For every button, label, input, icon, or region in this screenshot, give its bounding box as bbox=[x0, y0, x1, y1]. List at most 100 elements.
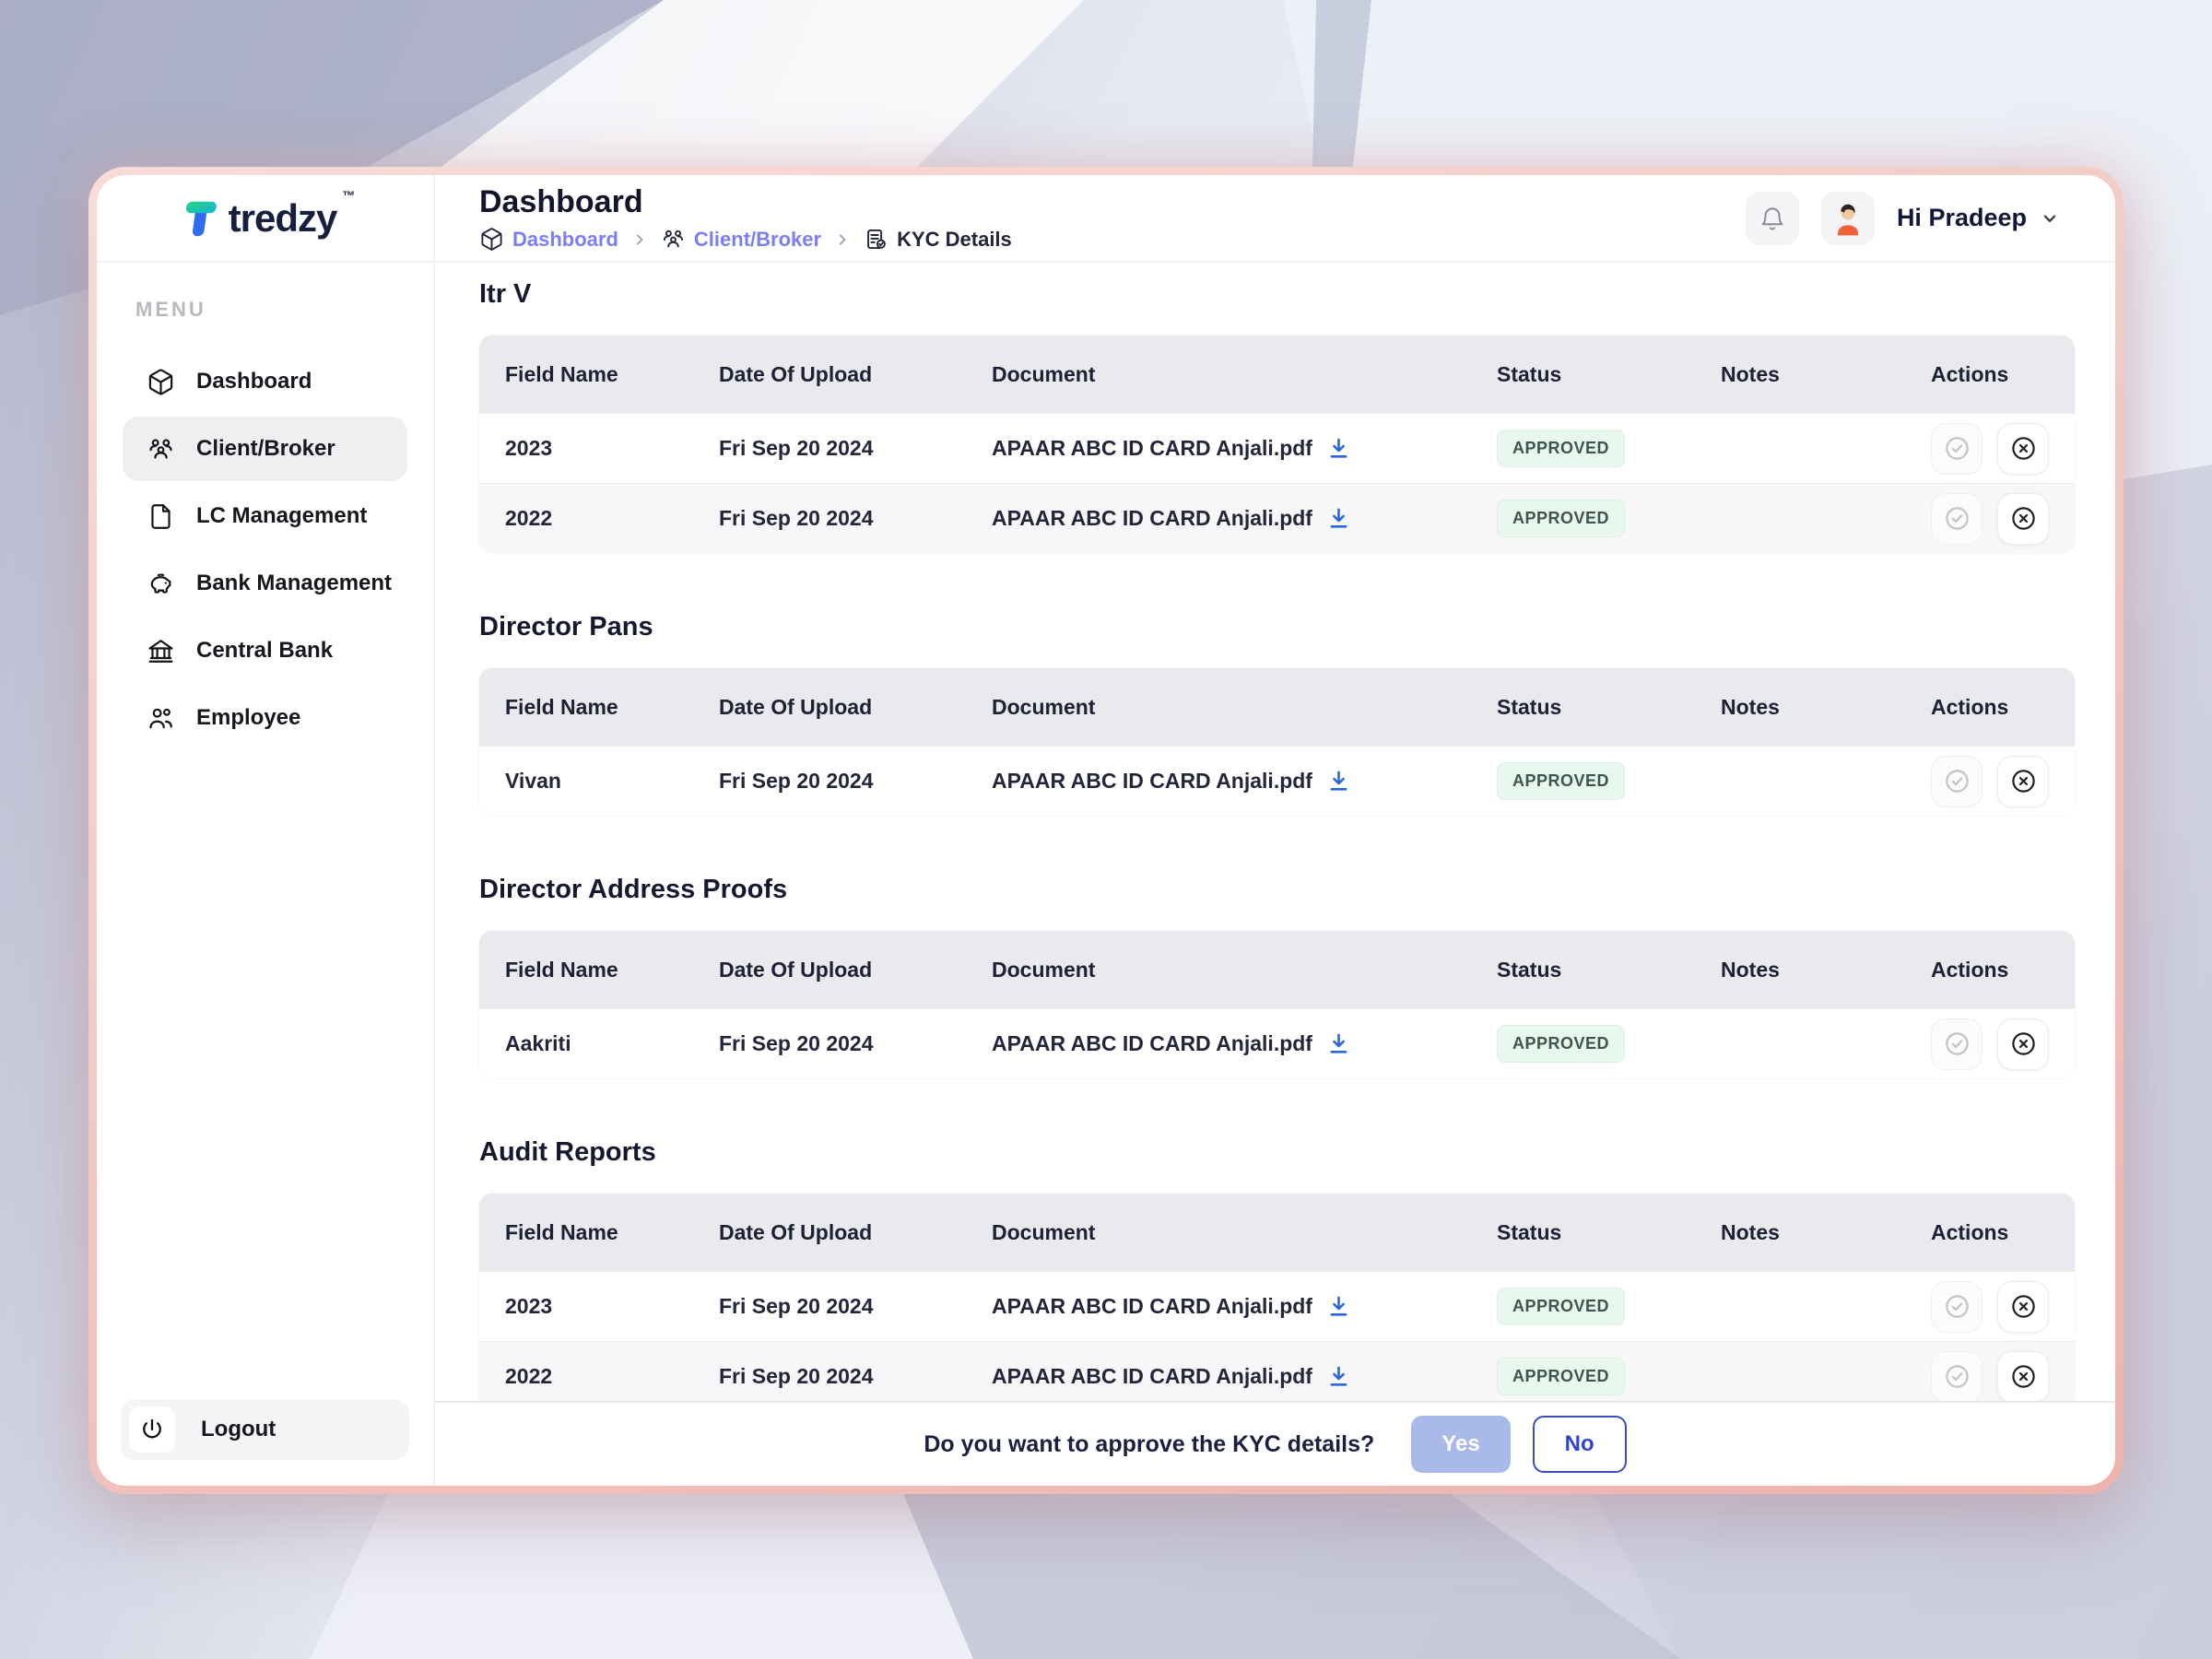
field-name-cell: 2023 bbox=[505, 436, 719, 461]
menu-section-label: MENU bbox=[135, 298, 433, 322]
status-cell: APPROVED bbox=[1497, 1358, 1721, 1395]
section-director-address-proofs: Director Address Proofs Field NameDate Of… bbox=[479, 875, 2075, 1078]
document-name: APAAR ABC ID CARD Anjali.pdf bbox=[992, 1364, 1312, 1389]
document-name: APAAR ABC ID CARD Anjali.pdf bbox=[992, 436, 1312, 461]
sidebar-menu: Dashboard Client/Broker LC Management Bank … bbox=[97, 349, 433, 750]
column-header-status: Status bbox=[1497, 362, 1721, 387]
table-row: 2022Fri Sep 20 2024APAAR ABC ID CARD Anj… bbox=[479, 483, 2075, 553]
download-icon[interactable] bbox=[1326, 769, 1351, 794]
sidebar-item-label: Bank Management bbox=[196, 571, 392, 596]
table-header-row: Field NameDate Of UploadDocumentStatusNo… bbox=[479, 1194, 2075, 1271]
status-badge: APPROVED bbox=[1497, 1025, 1625, 1063]
status-badge: APPROVED bbox=[1497, 1288, 1625, 1325]
table-row: 2022Fri Sep 20 2024APAAR ABC ID CARD Anj… bbox=[479, 1341, 2075, 1401]
table-header-row: Field NameDate Of UploadDocumentStatusNo… bbox=[479, 335, 2075, 413]
column-header-document: Document bbox=[992, 958, 1497, 982]
sidebar-item-client-broker[interactable]: Client/Broker bbox=[123, 417, 407, 481]
actions-cell bbox=[1931, 756, 2075, 807]
date-of-upload-cell: Fri Sep 20 2024 bbox=[719, 436, 992, 461]
reject-action-button[interactable] bbox=[1997, 756, 2049, 807]
approve-yes-button[interactable]: Yes bbox=[1411, 1416, 1510, 1473]
sidebar-item-lc-management[interactable]: LC Management bbox=[123, 484, 407, 548]
document-cell: APAAR ABC ID CARD Anjali.pdf bbox=[992, 436, 1497, 461]
document-cell: APAAR ABC ID CARD Anjali.pdf bbox=[992, 769, 1497, 794]
approve-action-button[interactable] bbox=[1931, 1281, 1983, 1333]
document-cell: APAAR ABC ID CARD Anjali.pdf bbox=[992, 1031, 1497, 1056]
download-icon[interactable] bbox=[1326, 1031, 1351, 1056]
approval-prompt: Do you want to approve the KYC details? bbox=[924, 1431, 1374, 1458]
column-header-date-of-upload: Date Of Upload bbox=[719, 958, 992, 982]
page-head: Dashboard Dashboard Client/Broker KYC Deta… bbox=[479, 184, 1012, 252]
actions-cell bbox=[1931, 423, 2075, 475]
date-of-upload-cell: Fri Sep 20 2024 bbox=[719, 1364, 992, 1389]
sidebar-item-label: Employee bbox=[196, 705, 300, 731]
reject-action-button[interactable] bbox=[1997, 1018, 2049, 1070]
sidebar-item-label: Client/Broker bbox=[196, 436, 335, 462]
download-icon[interactable] bbox=[1326, 436, 1351, 461]
field-name-cell: 2023 bbox=[505, 1294, 719, 1319]
sidebar-item-bank-management[interactable]: Bank Management bbox=[123, 551, 407, 616]
reject-action-button[interactable] bbox=[1997, 423, 2049, 475]
column-header-date-of-upload: Date Of Upload bbox=[719, 1220, 992, 1245]
status-badge: APPROVED bbox=[1497, 500, 1625, 537]
reject-action-button[interactable] bbox=[1997, 1351, 2049, 1402]
status-cell: APPROVED bbox=[1497, 762, 1721, 800]
chevron-right-icon bbox=[833, 230, 852, 249]
approve-action-button[interactable] bbox=[1931, 1351, 1983, 1402]
kyc-sections: Itr VField NameDate Of UploadDocumentSta… bbox=[435, 263, 2115, 1401]
page-title: Dashboard bbox=[479, 184, 1012, 220]
field-name-cell: Vivan bbox=[505, 769, 719, 794]
sidebar-item-employee[interactable]: Employee bbox=[123, 686, 407, 750]
approve-action-button[interactable] bbox=[1931, 1018, 1983, 1070]
document-cell: APAAR ABC ID CARD Anjali.pdf bbox=[992, 506, 1497, 531]
top-bar: Dashboard Dashboard Client/Broker KYC Deta… bbox=[435, 175, 2115, 263]
user-menu[interactable]: Hi Pradeep bbox=[1897, 204, 2060, 232]
table-row: VivanFri Sep 20 2024APAAR ABC ID CARD An… bbox=[479, 746, 2075, 816]
notifications-button[interactable] bbox=[1746, 192, 1799, 245]
section-title: Director Address Proofs bbox=[479, 875, 2075, 905]
field-name-cell: 2022 bbox=[505, 506, 719, 531]
sidebar-item-label: Central Bank bbox=[196, 638, 333, 664]
approve-action-button[interactable] bbox=[1931, 423, 1983, 475]
column-header-field-name: Field Name bbox=[505, 1220, 719, 1245]
chevron-right-icon bbox=[630, 230, 649, 249]
logout-button[interactable]: Logout bbox=[121, 1399, 409, 1460]
breadcrumb-client-broker[interactable]: Client/Broker bbox=[661, 227, 821, 252]
actions-cell bbox=[1931, 1351, 2075, 1402]
breadcrumb-kyc-details: KYC Details bbox=[864, 227, 1012, 252]
user-greeting: Hi Pradeep bbox=[1897, 204, 2027, 232]
column-header-date-of-upload: Date Of Upload bbox=[719, 362, 992, 387]
column-header-document: Document bbox=[992, 1220, 1497, 1245]
kyc-table: Field NameDate Of UploadDocumentStatusNo… bbox=[479, 335, 2075, 553]
reject-action-button[interactable] bbox=[1997, 1281, 2049, 1333]
reject-action-button[interactable] bbox=[1997, 493, 2049, 545]
window-ring: tredzy ™ MENU Dashboard Client/Broker LC M… bbox=[88, 167, 2124, 1494]
sidebar-item-dashboard[interactable]: Dashboard bbox=[123, 349, 407, 414]
logout-label: Logout bbox=[201, 1417, 276, 1442]
table-header-row: Field NameDate Of UploadDocumentStatusNo… bbox=[479, 668, 2075, 746]
download-icon[interactable] bbox=[1326, 1294, 1351, 1319]
field-name-cell: Aakriti bbox=[505, 1031, 719, 1056]
download-icon[interactable] bbox=[1326, 506, 1351, 531]
status-badge: APPROVED bbox=[1497, 762, 1625, 800]
approve-no-button[interactable]: No bbox=[1533, 1416, 1627, 1473]
user-avatar[interactable] bbox=[1821, 192, 1875, 245]
sidebar-item-central-bank[interactable]: Central Bank bbox=[123, 618, 407, 683]
section-audit-reports: Audit ReportsField NameDate Of UploadDoc… bbox=[479, 1137, 2075, 1401]
avatar-icon bbox=[1828, 198, 1868, 239]
breadcrumb-dashboard[interactable]: Dashboard bbox=[479, 227, 618, 252]
table-header-row: Field NameDate Of UploadDocumentStatusNo… bbox=[479, 931, 2075, 1008]
status-cell: APPROVED bbox=[1497, 1025, 1721, 1063]
column-header-document: Document bbox=[992, 362, 1497, 387]
download-icon[interactable] bbox=[1326, 1364, 1351, 1389]
document-name: APAAR ABC ID CARD Anjali.pdf bbox=[992, 769, 1312, 794]
approve-action-button[interactable] bbox=[1931, 493, 1983, 545]
column-header-date-of-upload: Date Of Upload bbox=[719, 695, 992, 720]
document-name: APAAR ABC ID CARD Anjali.pdf bbox=[992, 506, 1312, 531]
brand-logo: tredzy ™ bbox=[97, 175, 433, 263]
sidebar-item-label: Dashboard bbox=[196, 369, 312, 394]
approve-action-button[interactable] bbox=[1931, 756, 1983, 807]
date-of-upload-cell: Fri Sep 20 2024 bbox=[719, 506, 992, 531]
actions-cell bbox=[1931, 493, 2075, 545]
power-icon bbox=[129, 1406, 175, 1453]
